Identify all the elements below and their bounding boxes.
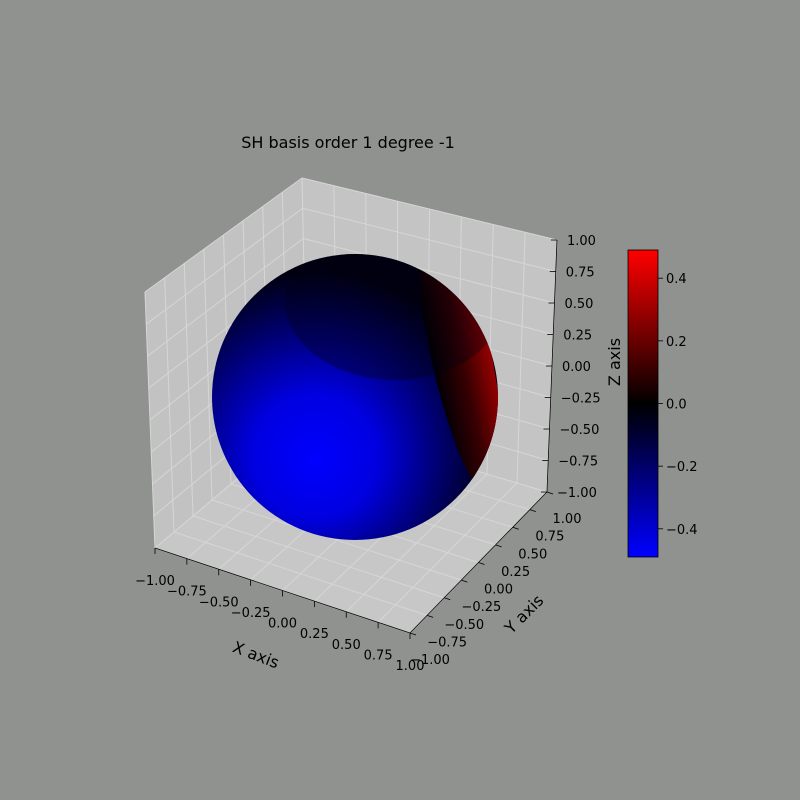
colorbar-ticks: −0.4 −0.2 0.0 0.2 0.4 [658,272,698,538]
tick-label: −0.50 [444,618,484,633]
tick-label: 0.75 [535,530,564,545]
colorbar-tick-label: −0.2 [666,460,698,475]
tick-label: 0.00 [268,617,297,632]
tick-mark [478,562,485,565]
tick-label: 0.75 [364,648,393,663]
tick-label: 1.00 [567,234,596,249]
tick-mark [444,597,451,601]
colorbar [627,249,659,558]
tick-mark [529,509,537,513]
tick-label: 0.00 [562,360,591,375]
z-axis-label: Z axis [605,338,624,386]
tick-label: −1.00 [557,486,597,501]
tick-label: −0.75 [427,635,467,650]
colorbar-tick-label: −0.4 [666,523,698,538]
chart-title: SH basis order 1 degree -1 [241,133,455,152]
tick-mark [426,614,434,618]
tick-mark [461,579,468,583]
tick-label: −0.75 [558,455,598,470]
colorbar-tick-label: 0.0 [666,398,687,413]
colorbar-tick-label: 0.2 [666,335,687,350]
tick-mark [495,544,502,548]
figure: SH basis order 1 degree -1 −1.00 −0.75 −0.… [135,133,698,674]
tick-label: 0.50 [565,297,594,312]
tick-label: −0.25 [461,600,501,615]
tick-label: −0.25 [561,392,601,407]
tick-label: 0.50 [332,638,361,653]
tick-mark [546,491,554,495]
tick-label: 0.25 [563,329,592,344]
x-axis-label: X axis [230,637,282,672]
tick-label: 0.25 [501,565,530,580]
tick-label: −1.00 [410,653,450,668]
tick-label: 0.00 [484,583,513,598]
tick-label: −0.25 [231,606,271,621]
tick-label: 0.25 [300,627,329,642]
tick-mark [409,632,417,636]
colorbar-tick-label: 0.4 [666,272,687,287]
tick-mark [512,526,519,530]
tick-label: −0.50 [560,423,600,438]
tick-label: 1.00 [553,512,582,527]
y-axis-label: Y axis [500,591,547,638]
tick-label: 0.50 [518,547,547,562]
tick-label: 0.75 [566,266,595,281]
